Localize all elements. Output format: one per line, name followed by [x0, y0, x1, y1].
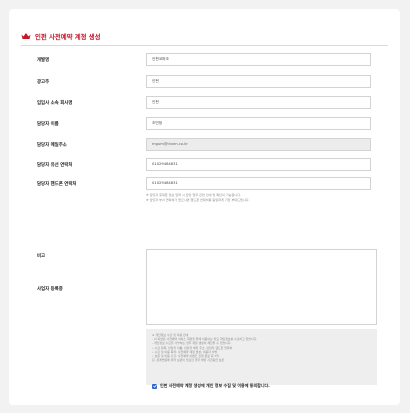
consent-label: 인펀 사전예약 계정 생성에 개인 정보 수집 및 이용에 동의합니다.: [160, 383, 270, 388]
company-label: 입입사 소속 회사명: [37, 101, 73, 106]
page-title: 인펀 사전예약 계정 생성: [21, 29, 100, 43]
game-name-input[interactable]: 인펀코퍼조: [146, 53, 371, 66]
phone-note-line: ※ 담당자 부서 연락처가 없으시면 핸드폰 연락처를 동일하게 기입 부탁드립…: [146, 198, 250, 202]
manager-mobile-label: 담당자 핸드폰 연락처: [37, 182, 77, 187]
signup-card: 인펀 사전예약 계정 생성 개발명 인펀코퍼조 광고주 인펀 입입사 소속 회사…: [9, 9, 400, 405]
game-name-label: 개발명: [37, 58, 50, 63]
advertiser-input[interactable]: 인펀: [146, 75, 371, 88]
title-divider: [21, 45, 388, 46]
crown-icon: [21, 33, 31, 39]
business-registration-label: 사업자 등록증: [37, 287, 63, 292]
manager-mobile-input[interactable]: 01029484631: [146, 177, 371, 190]
privacy-notice: ※ 개인정보 수집 및 이용 안내 - 이 화면은 사전예약 서비스 계정을 위…: [146, 329, 377, 385]
consent-checkbox[interactable]: [152, 383, 157, 389]
company-input[interactable]: 인펀: [146, 96, 371, 109]
page-title-text: 인펀 사전예약 계정 생성: [35, 32, 101, 41]
manager-phone-label: 담당자 유선 연락처: [37, 163, 73, 168]
privacy-line: 단, 관계법령에 따라 보관이 필요한 경우 해당 기간동안 보관: [152, 358, 225, 363]
manager-email-label: 담당자 메일주소: [37, 143, 67, 148]
privacy-consent[interactable]: 인펀 사전예약 계정 생성에 개인 정보 수집 및 이용에 동의합니다.: [152, 383, 270, 389]
manager-name-input[interactable]: 조민정: [146, 117, 371, 130]
phone-notes: ※ 담당자 휴대폰 정보 입력 시 담당 업무 관련 안내 및 확인이 가능합니…: [146, 193, 376, 203]
manager-email-input: mgum@inven.co.kr: [146, 138, 371, 151]
advertiser-label: 광고주: [37, 80, 50, 85]
remarks-textarea[interactable]: [146, 249, 377, 325]
manager-name-label: 담당자 이름: [37, 122, 59, 127]
manager-phone-input[interactable]: 01029484631: [146, 158, 371, 171]
remarks-label: 비고: [37, 254, 46, 259]
check-icon: [152, 384, 157, 388]
